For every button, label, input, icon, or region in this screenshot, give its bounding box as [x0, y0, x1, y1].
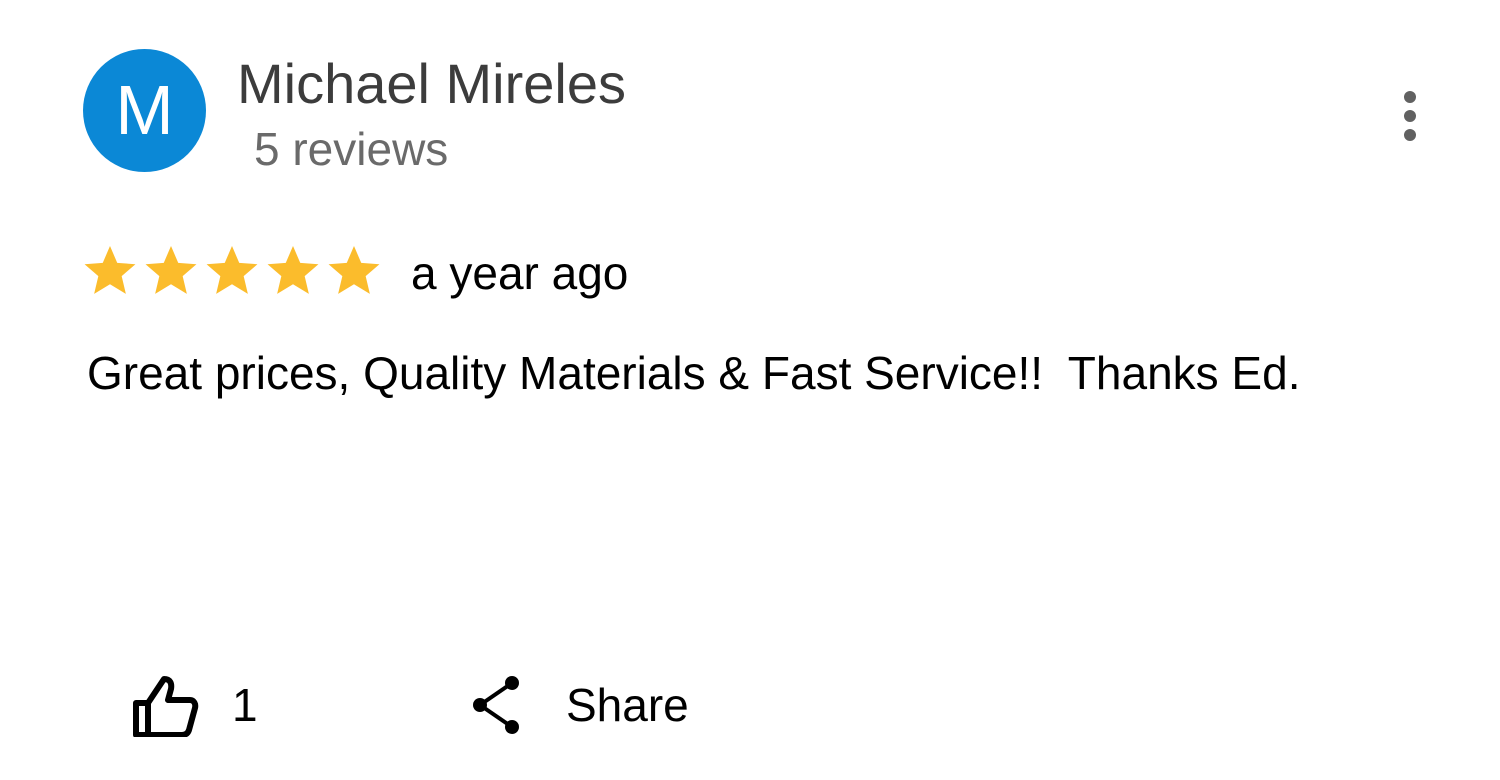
like-button[interactable]: 1: [130, 670, 258, 740]
share-label: Share: [566, 679, 689, 731]
avatar[interactable]: M: [83, 49, 206, 172]
share-icon: [473, 676, 519, 734]
avatar-initial: M: [115, 71, 174, 149]
more-options-button[interactable]: [1388, 86, 1432, 146]
share-button[interactable]: Share: [470, 670, 689, 740]
review-time: a year ago: [411, 247, 629, 299]
reviewer-name[interactable]: Michael Mireles: [237, 52, 626, 116]
star-rating: [82, 244, 387, 298]
star-icon: [326, 244, 382, 298]
more-vertical-icon: [1404, 91, 1416, 141]
review-text: Great prices, Quality Materials & Fast S…: [87, 347, 1301, 399]
star-icon: [265, 244, 321, 298]
star-icon: [143, 244, 199, 298]
review-count[interactable]: 5 reviews: [254, 122, 448, 176]
like-count: 1: [232, 679, 258, 731]
thumbs-up-icon: [133, 676, 199, 737]
star-icon: [82, 244, 138, 298]
star-icon: [204, 244, 260, 298]
